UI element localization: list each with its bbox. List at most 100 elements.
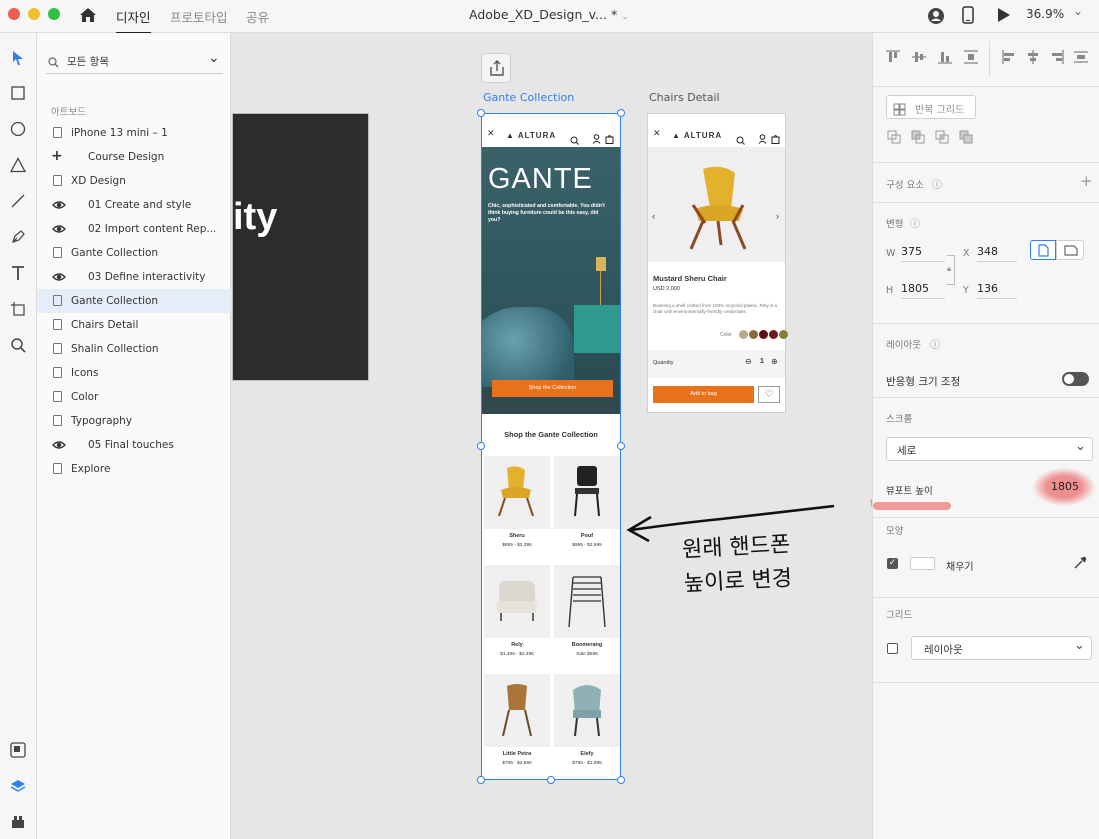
layer-item-label: Explore xyxy=(71,463,111,475)
line-tool-icon[interactable] xyxy=(7,190,29,212)
search-input[interactable]: 모든 항목 xyxy=(67,54,109,69)
align-middle-icon[interactable] xyxy=(911,49,927,69)
fill-color-swatch[interactable] xyxy=(910,557,935,570)
align-left-icon[interactable] xyxy=(1001,49,1017,69)
layer-item[interactable]: Color xyxy=(37,385,231,409)
zoom-tool-icon[interactable] xyxy=(7,334,29,356)
layers-icon[interactable] xyxy=(7,775,29,797)
grid-checkbox[interactable] xyxy=(887,643,898,654)
document-title[interactable]: Adobe_XD_Design_v... * ⌄ xyxy=(469,7,629,22)
layer-item[interactable]: Gante Collection xyxy=(37,241,231,265)
viewport-height-field[interactable]: 1805 xyxy=(1051,480,1091,496)
landscape-orientation-button[interactable] xyxy=(1056,240,1084,260)
layer-item-label: Gante Collection xyxy=(71,295,159,307)
align-right-icon[interactable] xyxy=(1049,49,1065,69)
layer-item[interactable]: 02 Import content Rep... xyxy=(37,217,231,241)
handwritten-annotation: 원래 핸드폰 높이로 변경 xyxy=(681,532,793,597)
info-icon[interactable]: ⓘ xyxy=(932,176,942,191)
layer-item[interactable]: 01 Create and style xyxy=(37,193,231,217)
eyedropper-icon[interactable] xyxy=(1073,555,1087,574)
fill-checkbox[interactable]: ✓ xyxy=(887,558,898,569)
home-icon[interactable] xyxy=(78,6,98,28)
maximize-window-button[interactable] xyxy=(48,8,60,20)
user-icon[interactable] xyxy=(927,7,945,29)
layer-item[interactable]: 05 Final touches xyxy=(37,433,231,457)
align-center-icon[interactable] xyxy=(1025,49,1041,69)
layer-item-label: 03 Define interactivity xyxy=(88,271,206,283)
exclude-shape-icon[interactable] xyxy=(959,129,973,148)
design-canvas[interactable]: ity Gante Collection Chairs Detail ✕ ▲ A… xyxy=(231,33,872,839)
zoom-chevron-icon[interactable]: ⌄ xyxy=(1073,4,1083,18)
layer-item[interactable]: + Course Design xyxy=(37,145,231,169)
minimize-window-button[interactable] xyxy=(28,8,40,20)
layer-item[interactable]: Gante Collection xyxy=(37,289,231,313)
align-bottom-icon[interactable] xyxy=(937,49,953,69)
repeat-grid-icon xyxy=(893,101,906,120)
plugins-icon[interactable] xyxy=(7,811,29,833)
tab-prototype[interactable]: 프로토타입 xyxy=(170,7,228,26)
distribute-vertical-icon[interactable] xyxy=(963,49,979,69)
artboard-doc-icon xyxy=(53,295,62,306)
artboard-tool-icon[interactable] xyxy=(7,298,29,320)
distribute-horizontal-icon[interactable] xyxy=(1073,49,1089,69)
select-tool-icon[interactable] xyxy=(7,47,29,69)
annotation-arrow xyxy=(626,499,872,543)
height-label: H xyxy=(886,285,894,296)
eye-icon xyxy=(52,439,66,454)
layer-item[interactable]: 03 Define interactivity xyxy=(37,265,231,289)
layer-item-label: 05 Final touches xyxy=(88,439,174,451)
tab-share[interactable]: 공유 xyxy=(246,7,269,26)
x-field[interactable]: 348 xyxy=(977,245,1017,262)
artboard-doc-icon xyxy=(53,175,62,186)
add-shape-icon[interactable] xyxy=(887,129,901,148)
layer-item-label: 02 Import content Rep... xyxy=(88,223,217,235)
play-icon[interactable] xyxy=(997,7,1011,27)
layer-item[interactable]: Explore xyxy=(37,457,231,481)
close-window-button[interactable] xyxy=(8,8,20,20)
y-field[interactable]: 136 xyxy=(977,282,1017,299)
add-component-icon[interactable]: + xyxy=(1080,172,1093,190)
layer-item[interactable]: Icons xyxy=(37,361,231,385)
text-tool-icon[interactable] xyxy=(7,262,29,284)
rectangle-tool-icon[interactable] xyxy=(7,82,29,104)
lock-icon[interactable]: 🔒︎ xyxy=(947,264,951,274)
pen-tool-icon[interactable] xyxy=(7,226,29,248)
align-top-icon[interactable] xyxy=(885,49,901,69)
repeat-grid-label: 반복 그리드 xyxy=(915,105,965,116)
layers-search[interactable]: 모든 항목 ⌄ xyxy=(46,50,223,74)
eye-icon xyxy=(52,199,66,214)
x-label: X xyxy=(963,248,970,259)
scroll-select[interactable]: 세로 ⌄ xyxy=(886,437,1093,461)
info-icon[interactable]: ⓘ xyxy=(930,336,940,351)
chevron-down-icon[interactable]: ⌄ xyxy=(208,50,220,66)
scroll-title: 스크롤 xyxy=(886,414,913,425)
height-field[interactable]: 1805 xyxy=(901,282,945,299)
info-icon[interactable]: ⓘ xyxy=(910,215,920,230)
layer-item[interactable]: XD Design xyxy=(37,169,231,193)
layer-item[interactable]: Shalin Collection xyxy=(37,337,231,361)
layer-item[interactable]: Chairs Detail xyxy=(37,313,231,337)
layer-item-label: Icons xyxy=(71,367,99,379)
layer-item-label: XD Design xyxy=(71,175,126,187)
grid-type-select[interactable]: 레이아웃 ⌄ xyxy=(911,636,1092,660)
width-field[interactable]: 375 xyxy=(901,245,945,262)
subtract-shape-icon[interactable] xyxy=(911,129,925,148)
chevron-down-icon: ⌄ xyxy=(1075,439,1086,454)
zoom-level[interactable]: 36.9% xyxy=(1026,7,1064,21)
portrait-orientation-button[interactable] xyxy=(1030,240,1056,260)
layer-item[interactable]: Typography xyxy=(37,409,231,433)
ellipse-tool-icon[interactable] xyxy=(7,118,29,140)
intersect-shape-icon[interactable] xyxy=(935,129,949,148)
align-toolbar xyxy=(873,33,1099,87)
polygon-tool-icon[interactable] xyxy=(7,154,29,176)
responsive-resize-toggle[interactable] xyxy=(1062,372,1089,386)
mobile-preview-icon[interactable] xyxy=(962,6,974,28)
divider xyxy=(989,41,990,77)
layer-item[interactable]: iPhone 13 mini – 1 xyxy=(37,121,231,145)
artboard-doc-icon xyxy=(53,247,62,258)
assets-icon[interactable] xyxy=(7,739,29,761)
repeat-grid-button[interactable]: 반복 그리드 xyxy=(886,95,976,119)
tab-design[interactable]: 디자인 xyxy=(116,7,151,34)
layer-item-label: Shalin Collection xyxy=(71,343,159,355)
layers-panel: 모든 항목 ⌄ 아트보드 iPhone 13 mini – 1 + Course D… xyxy=(37,33,231,839)
